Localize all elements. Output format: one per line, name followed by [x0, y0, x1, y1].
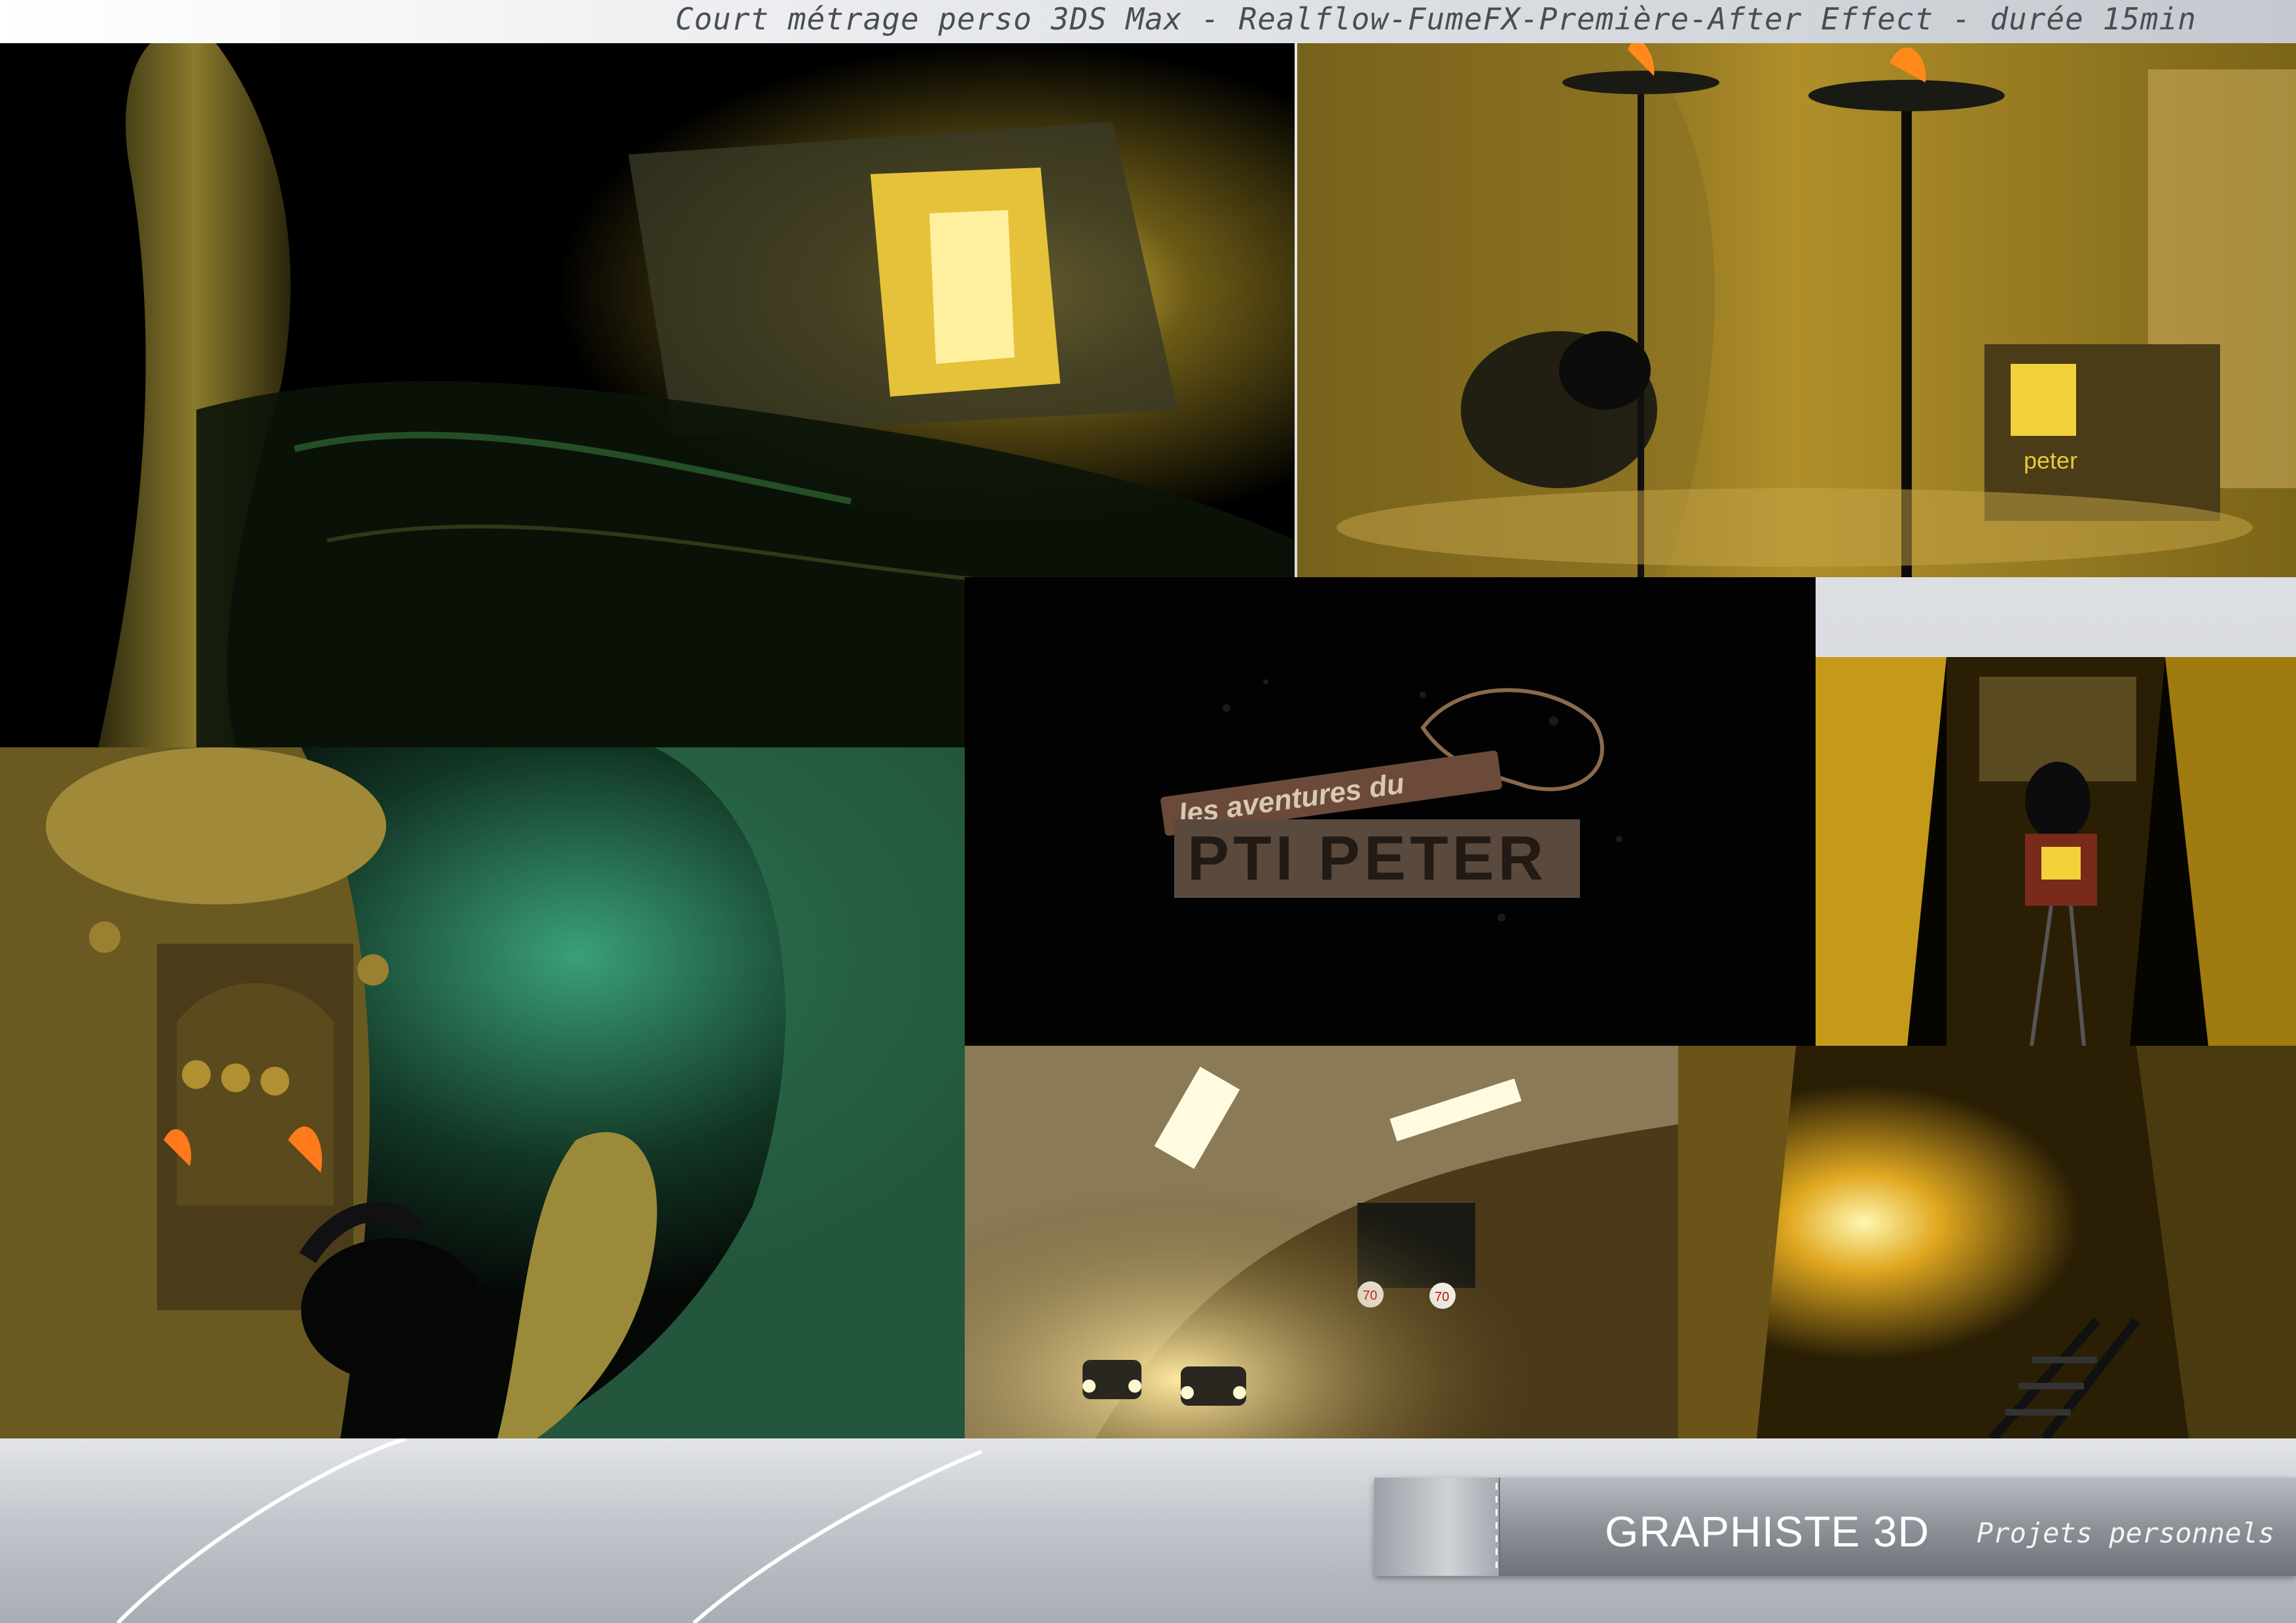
torch-corridor-image: peter [1297, 43, 2296, 577]
top-caption-bar: Court métrage perso 3DS Max - Realflow-F… [0, 0, 2296, 43]
render-door-cave [0, 747, 965, 1438]
render-mine-cart [1816, 657, 2296, 1046]
render-title-card: les aventures du PTI PETER [965, 577, 1816, 1046]
banner-cap [1374, 1478, 1500, 1576]
render-torch-corridor: peter [1297, 43, 2296, 577]
render-road-tunnel: 70 70 [965, 1046, 1678, 1438]
title-card-image: les aventures du PTI PETER [965, 577, 1816, 1046]
footer-band: GRAPHISTE 3D Projets personnels [0, 1438, 2296, 1623]
door-cave-image [0, 747, 965, 1438]
footer-title: GRAPHISTE 3D [1605, 1507, 1930, 1556]
mine-cart-image [1816, 657, 2296, 1046]
footer-banner: GRAPHISTE 3D Projets personnels [1374, 1478, 2296, 1576]
title-card-line2: PTI PETER [1187, 823, 1547, 893]
cart-label: peter [2024, 447, 2077, 474]
render-glowing-mine [1678, 1046, 2296, 1438]
footer-subtitle: Projets personnels [1977, 1517, 2275, 1549]
road-tunnel-image: 70 70 [965, 1046, 1678, 1438]
glowing-mine-image [1678, 1046, 2296, 1438]
page-caption: Court métrage perso 3DS Max - Realflow-F… [675, 1, 2197, 37]
